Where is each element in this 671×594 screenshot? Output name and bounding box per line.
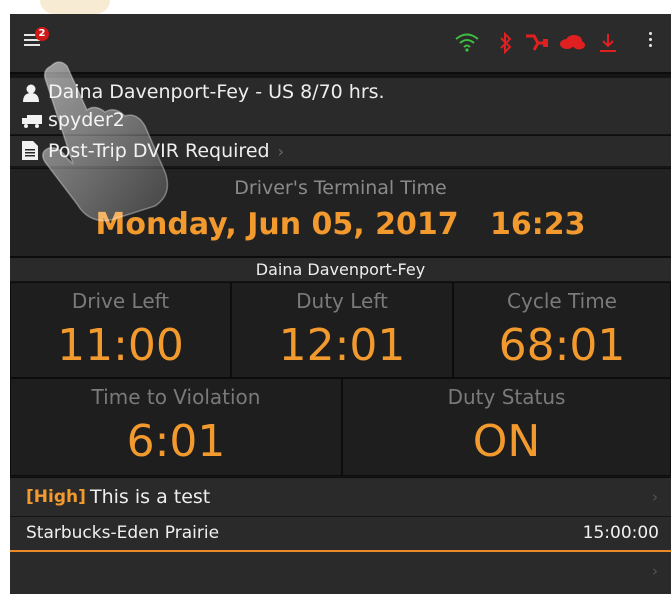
more-dot-icon: [648, 32, 652, 35]
chevron-right-icon: ›: [652, 562, 658, 580]
truck-icon: [22, 115, 42, 128]
chevron-right-icon: ›: [652, 488, 658, 506]
duty-left-label: Duty Left: [296, 289, 388, 313]
person-icon: [23, 84, 39, 102]
hos-driver-name: Daina Davenport-Fey: [10, 258, 671, 281]
driver-name-hours: Daina Davenport-Fey - US 8/70 hrs.: [48, 81, 385, 103]
document-icon: [22, 141, 38, 160]
cycle-time-cell: Cycle Time 68:01: [453, 282, 671, 378]
message-priority: [High]: [26, 487, 86, 507]
eld-icon: [526, 34, 548, 51]
driver-row: Daina Davenport-Fey - US 8/70 hrs.: [10, 78, 671, 106]
dvir-status: Post-Trip DVIR Required ›: [48, 136, 284, 167]
violation-label: Time to Violation: [91, 385, 261, 409]
top-bar: 2: [10, 14, 671, 74]
terminal-datetime: Monday, Jun 05, 2017 16:23: [10, 207, 671, 242]
notification-badge: 2: [35, 27, 49, 41]
chevron-right-icon: ›: [277, 142, 284, 161]
bluetooth-icon: [500, 32, 512, 54]
drive-left-value: 11:00: [57, 320, 184, 371]
vehicle-name: spyder2: [48, 109, 125, 131]
duty-left-value: 12:01: [278, 320, 406, 371]
cloud-icon: [560, 35, 585, 50]
terminal-date: Monday, Jun 05, 2017: [95, 207, 459, 242]
menu-icon-line: [24, 44, 40, 46]
location-time: 15:00:00: [582, 523, 659, 543]
terminal-time-label: Driver's Terminal Time: [234, 177, 447, 199]
terminal-time-panel: Driver's Terminal Time Monday, Jun 05, 2…: [10, 168, 671, 258]
app-window: 2 Daina Davenport-Fey - US 8/70 hrs. spy…: [10, 14, 671, 594]
duty-left-cell: Duty Left 12:01: [231, 282, 453, 378]
vehicle-row: spyder2: [10, 106, 671, 134]
drive-left-label: Drive Left: [71, 289, 170, 313]
menu-button[interactable]: 2: [24, 27, 49, 48]
background-flare: [40, 0, 110, 14]
more-dot-icon: [648, 38, 652, 41]
cycle-time-label: Cycle Time: [507, 289, 617, 313]
dvir-label: Post-Trip DVIR Required: [48, 140, 270, 162]
wifi-icon: [455, 33, 479, 52]
more-dot-icon: [648, 44, 652, 47]
violation-value: 6:01: [126, 416, 226, 467]
download-icon: [600, 34, 616, 52]
next-item-row[interactable]: ›: [10, 552, 671, 594]
duty-status-cell: Duty Status ON: [342, 378, 671, 476]
drive-left-cell: Drive Left 11:00: [10, 282, 231, 378]
more-options-button[interactable]: [647, 32, 653, 54]
terminal-time: 16:23: [489, 207, 586, 242]
cycle-time-value: 68:01: [498, 320, 626, 371]
dvir-row[interactable]: Post-Trip DVIR Required ›: [10, 135, 671, 166]
message-text: This is a test: [90, 486, 211, 508]
duty-status-value: ON: [472, 416, 541, 467]
message-row[interactable]: [High] This is a test ›: [10, 477, 671, 516]
violation-cell: Time to Violation 6:01: [10, 378, 342, 476]
location-row[interactable]: Starbucks-Eden Prairie 15:00:00: [10, 517, 671, 552]
duty-status-label: Duty Status: [447, 385, 566, 409]
location-name: Starbucks-Eden Prairie: [26, 523, 220, 543]
